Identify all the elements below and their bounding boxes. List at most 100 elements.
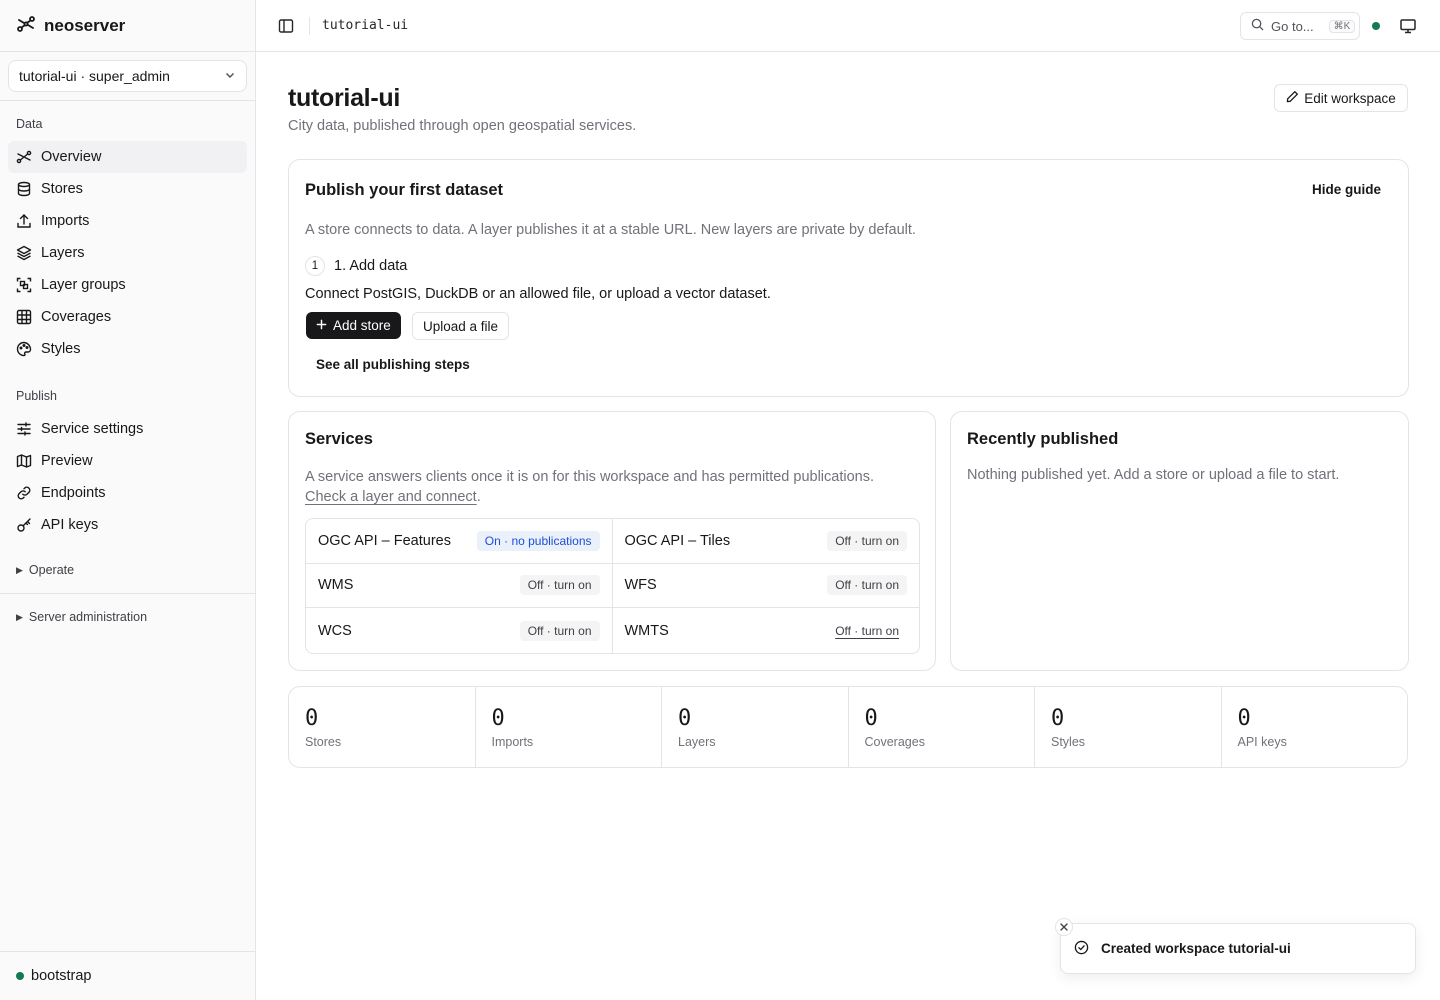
page-title: tutorial-ui xyxy=(288,84,400,112)
close-icon[interactable] xyxy=(1055,918,1073,936)
step-number-badge: 1 xyxy=(305,256,325,276)
map-icon xyxy=(16,454,32,468)
service-name: WCS xyxy=(318,622,352,639)
layers-icon xyxy=(16,245,32,261)
services-card: Services A service answers clients once … xyxy=(288,411,936,671)
edit-workspace-button[interactable]: Edit workspace xyxy=(1274,84,1408,112)
service-status-button[interactable]: Off · turn on xyxy=(519,620,600,641)
stat-label: Coverages xyxy=(864,735,925,749)
services-description-text: A service answers clients once it is on … xyxy=(305,469,874,485)
app-name: neoserver xyxy=(44,15,126,35)
stat-value: 0 xyxy=(864,706,878,731)
page-subtitle: City data, published through open geospa… xyxy=(288,118,637,134)
sidebar-item-label: Coverages xyxy=(41,309,112,325)
database-icon xyxy=(17,181,31,197)
see-all-steps-link[interactable]: See all publishing steps xyxy=(316,357,470,372)
recent-empty-text: Nothing published yet. Add a store or up… xyxy=(967,467,1340,483)
stat-layers[interactable]: 0 Layers xyxy=(662,687,849,767)
service-name: OGC API – Tiles xyxy=(624,532,731,549)
search-icon xyxy=(1251,18,1264,34)
service-row-ogc-tiles: OGC API – Tiles Off · turn on xyxy=(612,519,919,564)
command-search-button[interactable]: Go to... ⌘K xyxy=(1240,12,1360,40)
service-status-button[interactable]: Off · turn on xyxy=(827,575,907,596)
service-status-button[interactable]: On · no publications xyxy=(476,530,600,551)
stat-imports[interactable]: 0 Imports xyxy=(476,687,662,767)
overview-icon xyxy=(16,150,32,164)
upload-icon xyxy=(17,214,31,228)
server-status-label: bootstrap xyxy=(31,968,92,984)
caret-right-icon: ▶ xyxy=(16,564,23,575)
divider xyxy=(309,16,310,35)
sidebar-item-layer-groups[interactable]: Layer groups xyxy=(8,269,247,301)
stat-styles[interactable]: 0 Styles xyxy=(1035,687,1222,767)
logo-icon xyxy=(16,14,36,37)
sidebar-item-imports[interactable]: Imports xyxy=(8,205,247,237)
pencil-icon xyxy=(1286,90,1299,106)
server-status[interactable]: bootstrap xyxy=(0,951,255,1000)
section-label: Server administration xyxy=(28,610,148,624)
nav-publish: Service settings Preview Endpoints API k… xyxy=(8,413,247,541)
upload-file-button[interactable]: Upload a file xyxy=(412,312,510,340)
stat-value: 0 xyxy=(678,706,692,731)
grid-icon xyxy=(16,309,32,325)
hide-guide-button[interactable]: Hide guide xyxy=(1312,182,1381,197)
sidebar-item-label: Preview xyxy=(41,453,93,469)
service-status-button[interactable]: Off · turn on xyxy=(519,575,600,596)
monitor-icon[interactable] xyxy=(1399,17,1417,35)
sidebar: neoserver tutorial-ui · super_admin Data… xyxy=(0,0,256,1000)
link-icon xyxy=(17,486,31,500)
sidebar-section-operate[interactable]: ▶ Operate xyxy=(16,563,74,577)
service-status-button[interactable]: Off · turn on xyxy=(827,530,907,551)
stat-api-keys[interactable]: 0 API keys xyxy=(1222,687,1408,767)
check-layer-link[interactable]: Check a layer and connect xyxy=(305,489,477,505)
sidebar-item-label: Overview xyxy=(41,149,102,165)
brand[interactable]: neoserver xyxy=(0,0,255,52)
check-circle-icon xyxy=(1074,940,1089,958)
toast-notification: Created workspace tutorial-ui xyxy=(1055,918,1416,974)
service-name: OGC API – Features xyxy=(318,532,451,549)
toast-message: Created workspace tutorial-ui xyxy=(1101,941,1291,956)
sidebar-item-styles[interactable]: Styles xyxy=(8,333,247,365)
sidebar-section-server-administration[interactable]: ▶ Server administration xyxy=(16,610,147,624)
stat-coverages[interactable]: 0 Coverages xyxy=(849,687,1035,767)
breadcrumb[interactable]: tutorial-ui xyxy=(322,18,408,33)
add-store-button[interactable]: Add store xyxy=(306,312,401,339)
services-grid: OGC API – Features On · no publications … xyxy=(305,518,920,654)
stat-label: Layers xyxy=(678,735,716,749)
service-row-wcs: WCS Off · turn on xyxy=(306,608,613,653)
stat-stores[interactable]: 0 Stores xyxy=(289,687,476,767)
recently-published-card: Recently published Nothing published yet… xyxy=(950,411,1409,671)
guide-description: A store connects to data. A layer publis… xyxy=(305,222,916,238)
sidebar-item-coverages[interactable]: Coverages xyxy=(8,301,247,333)
recent-title: Recently published xyxy=(967,430,1119,448)
key-icon xyxy=(17,518,31,532)
sidebar-toggle-icon[interactable] xyxy=(277,17,295,35)
stat-label: Styles xyxy=(1051,735,1086,749)
publish-guide-card: Publish your first dataset Hide guide A … xyxy=(288,159,1409,397)
sidebar-item-service-settings[interactable]: Service settings xyxy=(8,413,247,445)
goto-label: Go to... xyxy=(1271,18,1314,34)
guide-step: 1 1. Add data xyxy=(305,256,407,276)
plus-icon xyxy=(316,318,327,333)
sidebar-item-preview[interactable]: Preview xyxy=(8,445,247,477)
sidebar-item-label: API keys xyxy=(41,517,99,533)
connection-status-icon xyxy=(1372,22,1380,30)
sidebar-item-layers[interactable]: Layers xyxy=(8,237,247,269)
divider xyxy=(0,593,255,594)
stat-label: Stores xyxy=(305,735,342,749)
punctuation: . xyxy=(476,489,481,505)
workspace-select[interactable]: tutorial-ui · super_admin xyxy=(8,60,247,92)
sliders-icon xyxy=(17,422,31,436)
sidebar-item-stores[interactable]: Stores xyxy=(8,173,247,205)
sidebar-item-overview[interactable]: Overview xyxy=(8,141,247,173)
stat-value: 0 xyxy=(1051,706,1065,731)
nav-data: Overview Stores Imports Layers Layer gro… xyxy=(8,141,247,365)
stat-value: 0 xyxy=(305,706,319,731)
stat-value: 0 xyxy=(491,706,505,731)
sidebar-item-api-keys[interactable]: API keys xyxy=(8,509,247,541)
nav-group-label-publish: Publish xyxy=(16,389,57,403)
status-dot-icon xyxy=(16,972,24,980)
sidebar-item-endpoints[interactable]: Endpoints xyxy=(8,477,247,509)
service-status-button[interactable]: Off · turn on xyxy=(827,620,907,641)
services-description: A service answers clients once it is on … xyxy=(305,467,915,507)
